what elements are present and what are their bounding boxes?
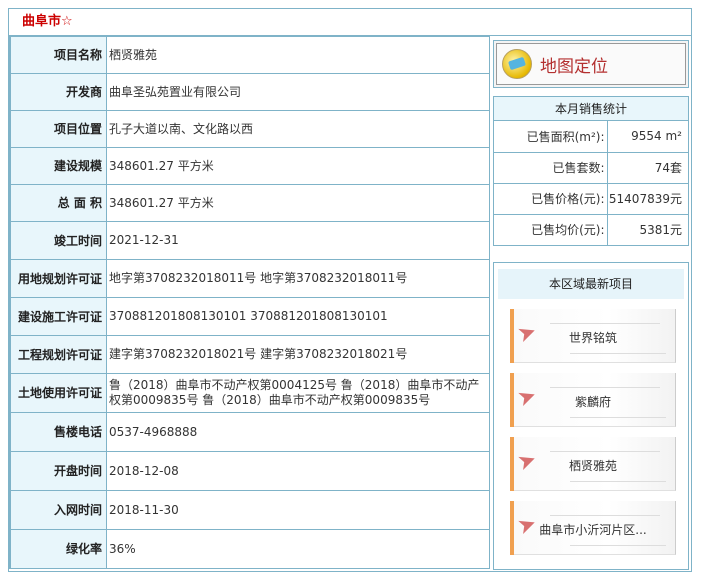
page-title: 曲阜市☆ <box>9 9 691 36</box>
recent-project-name[interactable]: 曲阜市小沂河片区... <box>510 521 676 538</box>
sales-label-units: 已售套数: <box>494 151 608 184</box>
label-engineering-permit: 工程规划许可证 <box>10 335 107 374</box>
label-land-plan-permit: 用地规划许可证 <box>10 259 107 298</box>
project-info-table: 项目名称 栖贤雅苑 开发商 曲阜圣弘苑置业有限公司 项目位置 孔子大道以南、文化… <box>10 36 490 569</box>
recent-project-item[interactable]: ➤ 世界铭筑 <box>510 309 676 363</box>
recent-project-item[interactable]: ➤ 曲阜市小沂河片区... <box>510 501 676 555</box>
right-column: 地图定位 本月销售统计 已售面积(m²): 9554 m² 已售套数: 74套 … <box>493 40 689 570</box>
value-completion: 2021-12-31 <box>106 221 490 260</box>
value-developer: 曲阜圣弘苑置业有限公司 <box>106 73 490 111</box>
row-land-use-permit: 土地使用许可证 鲁（2018）曲阜市不动产权第0004125号 鲁（2018）曲… <box>10 373 490 413</box>
label-scale: 建设规模 <box>10 147 107 185</box>
project-panel: 曲阜市☆ 项目名称 栖贤雅苑 开发商 曲阜圣弘苑置业有限公司 项目位置 孔子大道… <box>8 8 692 572</box>
row-opening-date: 开盘时间 2018-12-08 <box>10 451 490 491</box>
thumbnail-line <box>550 323 660 324</box>
sales-row-price: 已售价格(元): 51407839元 <box>494 182 688 215</box>
label-developer: 开发商 <box>10 73 107 111</box>
sales-label-area: 已售面积(m²): <box>494 121 608 153</box>
row-scale: 建设规模 348601.27 平方米 <box>10 147 490 185</box>
label-land-use-permit: 土地使用许可证 <box>10 373 107 413</box>
sales-label-avg-price: 已售均价(元): <box>494 213 608 245</box>
label-location: 项目位置 <box>10 110 107 148</box>
row-sales-phone: 售楼电话 0537-4968888 <box>10 412 490 452</box>
sales-value-area: 9554 m² <box>606 121 688 153</box>
recent-project-item[interactable]: ➤ 紫麟府 <box>510 373 676 427</box>
recent-project-name[interactable]: 世界铭筑 <box>510 329 676 346</box>
map-locate-button[interactable]: 地图定位 <box>493 40 689 88</box>
thumbnail-line <box>550 451 660 452</box>
monthly-sales-title: 本月销售统计 <box>494 97 688 121</box>
value-land-plan-permit: 地字第3708232018011号 地字第3708232018011号 <box>106 259 490 298</box>
label-project-name: 项目名称 <box>10 36 107 74</box>
thumbnail-line <box>550 387 660 388</box>
sales-row-avg-price: 已售均价(元): 5381元 <box>494 213 688 245</box>
value-engineering-permit: 建字第3708232018021号 建字第3708232018021号 <box>106 335 490 374</box>
row-total-area: 总 面 积 348601.27 平方米 <box>10 184 490 222</box>
value-land-use-permit: 鲁（2018）曲阜市不动产权第0004125号 鲁（2018）曲阜市不动产权第0… <box>106 373 490 413</box>
thumbnail-line <box>570 545 666 546</box>
map-globe-icon <box>502 49 532 79</box>
sales-label-price: 已售价格(元): <box>494 182 608 215</box>
recent-project-item[interactable]: ➤ 栖贤雅苑 <box>510 437 676 491</box>
recent-projects-title: 本区域最新项目 <box>498 269 684 299</box>
value-location: 孔子大道以南、文化路以西 <box>106 110 490 148</box>
value-listing-date: 2018-11-30 <box>106 490 490 530</box>
row-land-plan-permit: 用地规划许可证 地字第3708232018011号 地字第37082320180… <box>10 259 490 298</box>
row-project-name: 项目名称 栖贤雅苑 <box>10 36 490 74</box>
label-green-rate: 绿化率 <box>10 529 107 569</box>
value-sales-phone: 0537-4968888 <box>106 412 490 452</box>
sales-row-units: 已售套数: 74套 <box>494 151 688 184</box>
map-locate-label: 地图定位 <box>540 56 608 77</box>
label-sales-phone: 售楼电话 <box>10 412 107 452</box>
row-construction-permit: 建设施工许可证 370881201808130101 3708812018081… <box>10 297 490 336</box>
label-listing-date: 入网时间 <box>10 490 107 530</box>
sales-value-price: 51407839元 <box>606 182 688 215</box>
value-construction-permit: 370881201808130101 370881201808130101 <box>106 297 490 336</box>
project-info: 项目名称 栖贤雅苑 开发商 曲阜圣弘苑置业有限公司 项目位置 孔子大道以南、文化… <box>9 36 490 569</box>
thumbnail-line <box>570 481 666 482</box>
row-engineering-permit: 工程规划许可证 建字第3708232018021号 建字第37082320180… <box>10 335 490 374</box>
map-locate-inner[interactable]: 地图定位 <box>496 43 686 85</box>
sales-row-area: 已售面积(m²): 9554 m² <box>494 121 688 153</box>
sales-value-units: 74套 <box>606 151 688 184</box>
value-green-rate: 36% <box>106 529 490 569</box>
row-location: 项目位置 孔子大道以南、文化路以西 <box>10 110 490 148</box>
value-scale: 348601.27 平方米 <box>106 147 490 185</box>
value-total-area: 348601.27 平方米 <box>106 184 490 222</box>
value-opening-date: 2018-12-08 <box>106 451 490 491</box>
row-listing-date: 入网时间 2018-11-30 <box>10 490 490 530</box>
monthly-sales-table: 已售面积(m²): 9554 m² 已售套数: 74套 已售价格(元): 514… <box>494 121 688 245</box>
monthly-sales-panel: 本月销售统计 已售面积(m²): 9554 m² 已售套数: 74套 已售价格(… <box>493 96 689 246</box>
row-completion: 竣工时间 2021-12-31 <box>10 221 490 260</box>
thumbnail-line <box>550 515 660 516</box>
label-completion: 竣工时间 <box>10 221 107 260</box>
recent-project-name[interactable]: 紫麟府 <box>510 393 676 410</box>
row-green-rate: 绿化率 36% <box>10 529 490 569</box>
row-developer: 开发商 曲阜圣弘苑置业有限公司 <box>10 73 490 111</box>
label-total-area: 总 面 积 <box>10 184 107 222</box>
recent-project-name[interactable]: 栖贤雅苑 <box>510 457 676 474</box>
thumbnail-line <box>570 417 666 418</box>
label-opening-date: 开盘时间 <box>10 451 107 491</box>
value-project-name: 栖贤雅苑 <box>106 36 490 74</box>
thumbnail-line <box>570 353 666 354</box>
recent-projects-panel: 本区域最新项目 ➤ 世界铭筑 ➤ 紫麟府 ➤ 栖贤雅苑 ➤ 曲阜市小沂河片区..… <box>493 262 689 570</box>
label-construction-permit: 建设施工许可证 <box>10 297 107 336</box>
sales-value-avg-price: 5381元 <box>606 213 688 245</box>
